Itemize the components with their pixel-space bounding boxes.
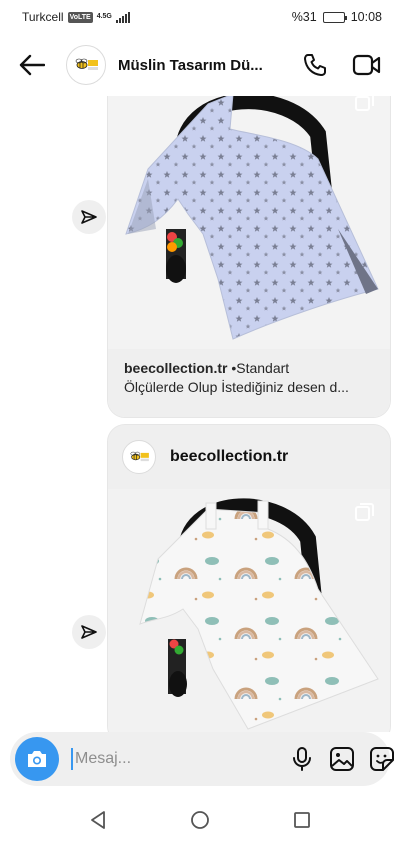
multi-photo-icon [355,503,374,521]
battery-percent: %31 [291,10,317,24]
caption-line-1: beecollection.tr •Standart [124,359,374,378]
bee-logo-icon [130,451,149,462]
volte-badge: VoLTE [67,11,93,23]
camera-button[interactable] [15,737,59,781]
caption-line-2: Ölçülerde Olup İstediğiniz desen d... [124,379,349,395]
sticker-icon [370,747,394,771]
sticker-button[interactable] [362,739,400,779]
signal-icon [115,11,130,23]
voice-message-button[interactable] [282,739,322,779]
car-seat-canopy-image [108,96,390,349]
carrier-name: Turkcell [22,10,64,24]
shared-post-card[interactable]: beecollection.tr [107,424,391,732]
message-composer [10,732,394,786]
nav-recents-button[interactable] [282,800,322,840]
send-icon [81,210,97,224]
post-image[interactable] [108,96,390,349]
triangle-back-icon [91,811,105,829]
gallery-icon [330,747,354,771]
video-call-button[interactable] [350,48,384,82]
system-navigation-bar [0,796,400,844]
phone-icon [304,54,326,76]
bee-logo-icon [75,58,98,70]
status-right: %31 10:08 [292,10,382,24]
post-image[interactable] [108,489,390,732]
voice-call-button[interactable] [298,48,332,82]
message-list[interactable]: beecollection.tr •Standart Ölçülerde Olu… [0,96,400,732]
back-button[interactable] [16,49,48,81]
post-author-handle[interactable]: beecollection.tr [170,448,288,466]
battery-icon [322,11,347,23]
contact-name[interactable]: Müslin Tasarım Dü... [118,57,280,74]
status-bar: Turkcell VoLTE 4.5G %31 10:08 [0,0,400,34]
back-arrow-icon [19,54,45,76]
square-recents-icon [294,812,310,828]
contact-avatar[interactable] [66,45,106,85]
send-icon [81,625,97,639]
multi-photo-icon [355,96,374,111]
chat-header: Müslin Tasarım Dü... [0,34,400,96]
share-button[interactable] [72,615,106,649]
clock: 10:08 [350,10,382,24]
status-left: Turkcell VoLTE 4.5G [22,10,130,24]
message-input[interactable] [71,748,282,770]
network-type: 4.5G [96,13,112,20]
gallery-button[interactable] [322,739,362,779]
share-button[interactable] [72,200,106,234]
car-seat-canopy-image [108,489,390,732]
nav-back-button[interactable] [78,800,118,840]
nav-home-button[interactable] [180,800,220,840]
caption-text: •Standart [227,360,290,376]
camera-icon [28,751,46,767]
microphone-icon [293,747,311,771]
post-header[interactable]: beecollection.tr [108,425,390,489]
circle-home-icon [191,811,209,829]
video-camera-icon [352,54,381,76]
caption-handle: beecollection.tr [124,360,228,376]
post-author-avatar[interactable] [122,440,156,474]
post-caption: beecollection.tr •Standart Ölçülerde Olu… [108,349,390,417]
shared-post-card[interactable]: beecollection.tr •Standart Ölçülerde Olu… [107,96,391,418]
